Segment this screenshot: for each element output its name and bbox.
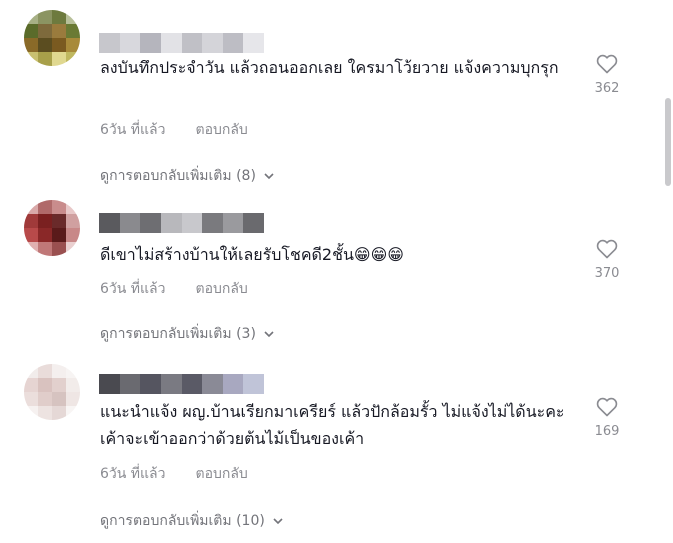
username[interactable] — [99, 33, 264, 53]
like-button[interactable]: 370 — [587, 237, 627, 281]
comment-meta: 6วัน ที่แล้ว ตอบกลับ — [100, 119, 248, 141]
like-count: 370 — [594, 266, 620, 281]
comment-meta: 6วัน ที่แล้ว ตอบกลับ — [100, 463, 248, 485]
like-count: 169 — [594, 424, 620, 439]
view-more-replies-button[interactable]: ดูการตอบกลับเพิ่มเติม (8) — [100, 165, 274, 187]
comment-meta: 6วัน ที่แล้ว ตอบกลับ — [100, 278, 248, 300]
chevron-down-icon — [264, 173, 274, 180]
like-count: 362 — [594, 81, 620, 96]
chevron-down-icon — [264, 331, 274, 338]
username[interactable] — [99, 374, 264, 394]
view-more-replies-label: ดูการตอบกลับเพิ่มเติม (8) — [100, 168, 256, 184]
comment-time: 6วัน ที่แล้ว — [100, 122, 166, 138]
heart-outline-icon — [596, 239, 618, 259]
view-more-replies-button[interactable]: ดูการตอบกลับเพิ่มเติม (3) — [100, 323, 274, 345]
comment-text: แนะนำแจ้ง ผญ.บ้านเรียกมาเครียร์ แล้วปักล… — [100, 402, 565, 448]
username[interactable] — [99, 213, 264, 233]
avatar[interactable] — [24, 200, 80, 256]
avatar[interactable] — [24, 10, 80, 66]
reply-button[interactable]: ตอบกลับ — [195, 278, 247, 300]
view-more-replies-label: ดูการตอบกลับเพิ่มเติม (3) — [100, 326, 256, 342]
comment-text: ดีเขาไม่สร้างบ้านให้เลยรับโชคดี2ชั้น😁😁😁 — [100, 245, 404, 264]
comment-text: ลงบันทึกประจำวัน แล้วถอนออกเลย ใครมาโว้ย… — [100, 58, 559, 77]
scrollbar-thumb[interactable] — [665, 98, 671, 186]
comment-time: 6วัน ที่แล้ว — [100, 281, 166, 297]
comment-item: ดีเขาไม่สร้างบ้านให้เลยรับโชคดี2ชั้น😁😁😁 … — [0, 190, 673, 365]
heart-outline-icon — [596, 397, 618, 417]
reply-button[interactable]: ตอบกลับ — [195, 119, 247, 141]
view-more-replies-button[interactable]: ดูการตอบกลับเพิ่มเติม (10) — [100, 510, 283, 532]
chevron-down-icon — [273, 518, 283, 525]
comment-item: แนะนำแจ้ง ผญ.บ้านเรียกมาเครียร์ แล้วปักล… — [0, 362, 673, 543]
reply-button[interactable]: ตอบกลับ — [195, 463, 247, 485]
view-more-replies-label: ดูการตอบกลับเพิ่มเติม (10) — [100, 513, 265, 529]
heart-outline-icon — [596, 54, 618, 74]
like-button[interactable]: 362 — [587, 52, 627, 96]
comment-time: 6วัน ที่แล้ว — [100, 466, 166, 482]
avatar[interactable] — [24, 364, 80, 420]
like-button[interactable]: 169 — [587, 395, 627, 439]
comment-item: ลงบันทึกประจำวัน แล้วถอนออกเลย ใครมาโว้ย… — [0, 0, 673, 190]
